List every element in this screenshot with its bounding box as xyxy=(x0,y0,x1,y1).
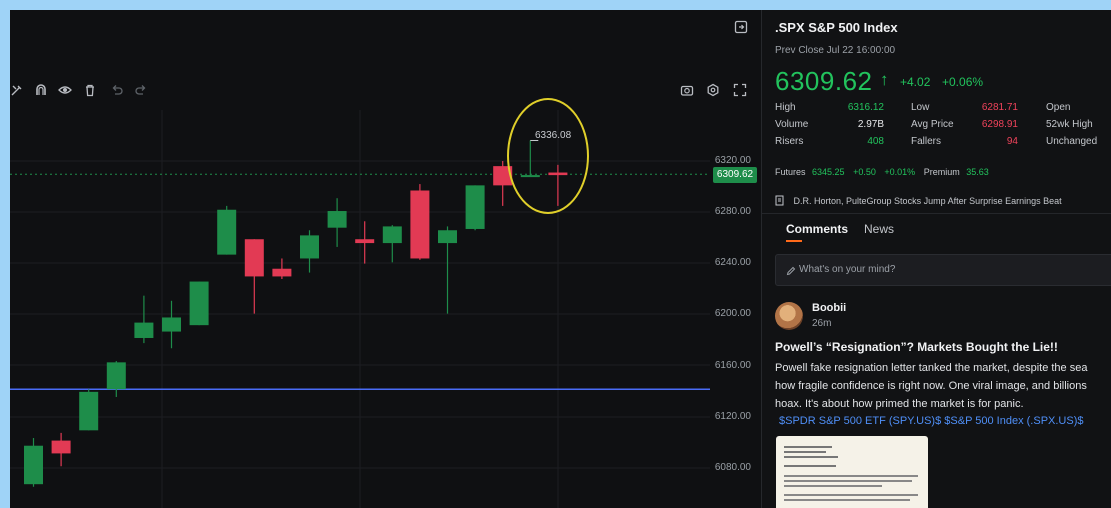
stat-value: 6298.91 xyxy=(981,119,1018,130)
undo-icon[interactable] xyxy=(110,83,124,97)
camera-icon[interactable] xyxy=(680,83,694,97)
price-tick: 6120.00 xyxy=(714,411,751,422)
post-body-line: how fragile confidence is right now. One… xyxy=(775,380,1087,392)
post-body-line: hoax. It's about how primed the market i… xyxy=(775,398,1024,410)
pencil-icon xyxy=(786,263,796,281)
price-tick: 6200.00 xyxy=(714,308,751,319)
price-tick: 6320.00 xyxy=(714,155,751,166)
candle-body xyxy=(300,235,319,259)
stat-value: 2.97B xyxy=(857,119,884,130)
candle-body xyxy=(162,317,181,332)
trash-icon[interactable] xyxy=(83,83,97,97)
candle-body xyxy=(355,239,375,244)
stat-label: High xyxy=(775,102,796,113)
post-ticker-links[interactable]: $SPDR S&P 500 ETF (SPY.US)$ $S&P 500 Ind… xyxy=(779,415,1083,427)
up-arrow-icon: ↑ xyxy=(880,70,889,89)
eye-icon[interactable] xyxy=(58,83,72,97)
tab-news[interactable]: News xyxy=(864,222,894,236)
last-price: 6309.62 xyxy=(775,66,873,96)
magnet-icon[interactable] xyxy=(34,83,48,97)
candle-body xyxy=(189,281,209,326)
candle-body xyxy=(244,239,264,277)
chart-panel[interactable]: 6320.00 6280.00 6240.00 6200.00 6160.00 … xyxy=(10,10,761,508)
attached-letter-image[interactable] xyxy=(776,436,928,508)
high-price-label: 6336.08 xyxy=(535,130,572,141)
futures-label: Futures xyxy=(775,167,806,177)
stat-label: Fallers xyxy=(911,136,942,147)
premium-label: Premium xyxy=(923,167,960,177)
app-window: 6320.00 6280.00 6240.00 6200.00 6160.00 … xyxy=(10,10,1111,508)
candle-body xyxy=(79,391,99,431)
candle-body xyxy=(106,362,126,390)
price-change-pct: +0.06% xyxy=(942,75,984,89)
futures-row[interactable]: Futures 6345.25 +0.50 +0.01% Premium 35.… xyxy=(775,167,989,177)
price-tick: 6160.00 xyxy=(714,360,751,371)
news-doc-icon xyxy=(775,195,785,208)
compose-placeholder: What's on your mind? xyxy=(799,264,896,275)
avatar[interactable] xyxy=(775,302,803,330)
stat-label: Open xyxy=(1046,102,1071,113)
post-title[interactable]: Powell’s “Resignation”? Markets Bought t… xyxy=(775,340,1058,354)
stat-value: 408 xyxy=(867,136,884,147)
draw-icon[interactable] xyxy=(10,83,24,97)
stat-value: 6316.12 xyxy=(847,102,884,113)
symbol-title: .SPX S&P 500 Index xyxy=(775,20,898,35)
candle-body xyxy=(410,190,430,259)
last-price-tag: 6309.62 xyxy=(713,167,757,183)
stat-label: Avg Price xyxy=(911,119,954,130)
post-time: 26m xyxy=(812,318,832,329)
stat-label: Low xyxy=(911,102,930,113)
quote-panel: .SPX S&P 500 Index Prev Close Jul 22 16:… xyxy=(761,10,1111,508)
prev-close: Prev Close Jul 22 16:00:00 xyxy=(775,45,896,56)
price-change: +4.02 xyxy=(900,75,931,89)
stat-label: Volume xyxy=(775,119,809,130)
divider xyxy=(762,213,1111,214)
candle-body xyxy=(272,268,292,277)
premium-value: 35.63 xyxy=(966,167,989,177)
stat-label: Unchanged xyxy=(1046,136,1098,147)
candle-body xyxy=(217,209,237,255)
stat-value: 6281.71 xyxy=(981,102,1018,113)
futures-price: 6345.25 xyxy=(812,167,845,177)
price-tick: 6240.00 xyxy=(714,257,751,268)
news-headline[interactable]: D.R. Horton, PulteGroup Stocks Jump Afte… xyxy=(775,195,1062,208)
futures-pct: +0.01% xyxy=(884,167,916,177)
candle-body xyxy=(382,226,402,244)
post-username[interactable]: Boobii xyxy=(812,302,846,314)
price-tick: 6280.00 xyxy=(714,206,751,217)
compose-input[interactable]: What's on your mind? xyxy=(775,254,1111,286)
redo-icon[interactable] xyxy=(134,83,148,97)
candle-body xyxy=(134,322,154,338)
settings-icon[interactable] xyxy=(706,83,720,97)
post-body-line: Powell fake resignation letter tanked th… xyxy=(775,362,1088,374)
highlight-circle-annotation[interactable] xyxy=(507,98,589,214)
candle-body xyxy=(327,211,347,228)
collapse-panel-icon[interactable] xyxy=(734,20,748,34)
tab-comments[interactable]: Comments xyxy=(786,222,848,236)
candle-body xyxy=(438,230,457,244)
fullscreen-icon[interactable] xyxy=(733,83,747,97)
candle-body xyxy=(51,440,71,454)
stat-label: Risers xyxy=(775,136,804,147)
headline-text: D.R. Horton, PulteGroup Stocks Jump Afte… xyxy=(793,196,1062,206)
futures-change: +0.50 xyxy=(853,167,876,177)
stat-value: 94 xyxy=(1006,136,1018,147)
active-tab-indicator xyxy=(786,240,802,242)
candle-body xyxy=(24,445,43,485)
stat-label: 52wk High xyxy=(1046,119,1093,130)
candle-body xyxy=(465,185,485,229)
price-tick: 6080.00 xyxy=(714,462,751,473)
